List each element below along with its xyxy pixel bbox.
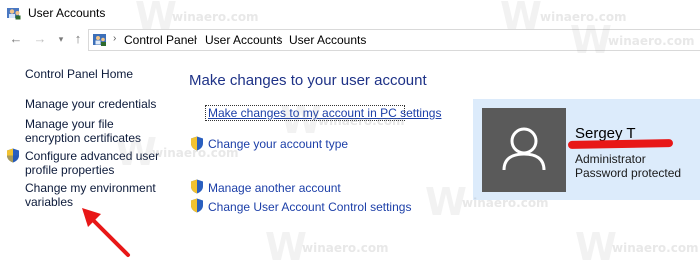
watermark-text: winaero.com	[302, 241, 389, 255]
arrow-left-icon[interactable]: ←	[8, 31, 24, 47]
breadcrumb-separator: ›	[194, 33, 198, 44]
breadcrumb-separator: ›	[113, 33, 117, 44]
watermark-text: winaero.com	[612, 241, 699, 255]
uac-shield-icon	[191, 179, 203, 194]
user-silhouette-icon	[502, 127, 546, 171]
breadcrumb-user-accounts[interactable]: User Accounts	[205, 33, 282, 47]
user-accounts-icon	[7, 8, 21, 20]
navigation-bar: ← → ▾ ↑ › Control Panel › User Accounts …	[0, 27, 700, 53]
title-bar: User Accounts	[0, 0, 700, 27]
uac-settings-link[interactable]: Change User Account Control settings	[208, 200, 411, 214]
breadcrumb-control-panel[interactable]: Control Panel	[124, 33, 197, 47]
user-role: Administrator	[575, 152, 646, 166]
uac-shield-icon	[7, 148, 19, 163]
uac-shield-icon	[191, 198, 203, 213]
page-heading: Make changes to your user account	[189, 72, 427, 89]
watermark-logo: W	[425, 180, 467, 224]
manage-file-encryption-link[interactable]: Manage your file encryption certificates	[25, 117, 160, 145]
arrow-right-icon[interactable]: →	[32, 31, 48, 47]
uac-shield-icon	[191, 136, 203, 151]
change-account-type-link[interactable]: Change your account type	[208, 137, 348, 151]
breadcrumb-separator: ›	[278, 33, 282, 44]
manage-another-account-link[interactable]: Manage another account	[208, 181, 341, 195]
window-title: User Accounts	[28, 6, 106, 20]
chevron-down-icon[interactable]: ▾	[53, 31, 69, 47]
breadcrumb-user-accounts-current[interactable]: User Accounts	[289, 33, 366, 47]
pc-settings-link[interactable]: Make changes to my account in PC setting…	[208, 106, 441, 120]
configure-profile-properties-link[interactable]: Configure advanced user profile properti…	[25, 149, 160, 177]
annotation-arrow	[82, 208, 130, 257]
arrow-up-icon[interactable]: ↑	[70, 31, 86, 47]
watermark-logo: W	[265, 225, 307, 264]
address-bar[interactable]: › Control Panel › User Accounts › User A…	[88, 29, 700, 51]
watermark-logo: W	[575, 225, 617, 264]
control-panel-home-link[interactable]: Control Panel Home	[25, 67, 133, 81]
user-status: Password protected	[575, 166, 682, 180]
avatar	[482, 108, 566, 192]
control-panel-icon	[93, 34, 106, 46]
manage-credentials-link[interactable]: Manage your credentials	[25, 97, 160, 111]
